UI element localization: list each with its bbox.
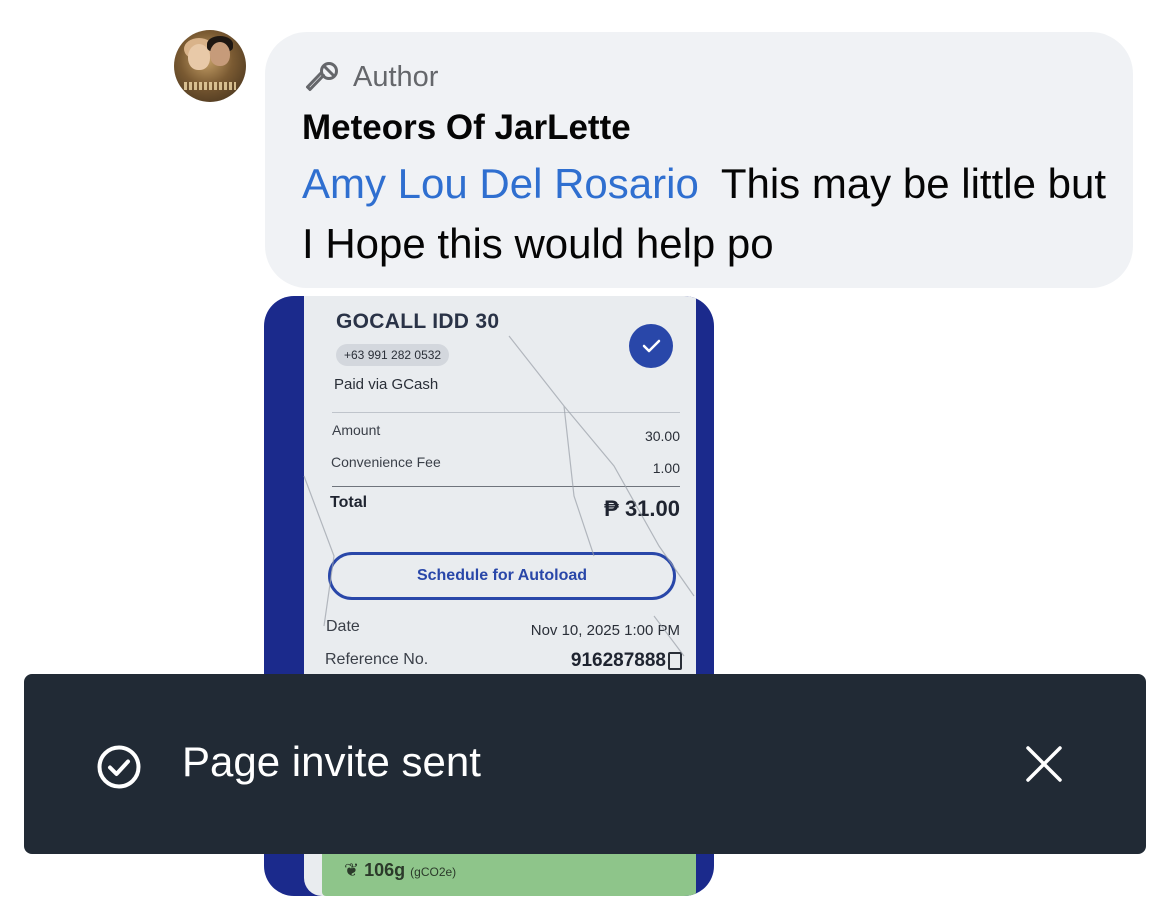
- author-avatar[interactable]: [174, 30, 246, 102]
- mention-link[interactable]: Amy Lou Del Rosario: [302, 160, 699, 207]
- comment-author-name[interactable]: Meteors Of JarLette: [302, 108, 631, 148]
- toast-notification: Page invite sent: [24, 674, 1146, 854]
- comment-text: Amy Lou Del Rosario This may be little bu…: [302, 154, 1122, 274]
- author-badge-label: Author: [353, 60, 439, 93]
- author-badge: Author: [303, 60, 438, 94]
- check-circle-icon: [97, 745, 141, 789]
- close-icon[interactable]: [1024, 744, 1064, 784]
- toast-message: Page invite sent: [182, 738, 481, 785]
- comment-bubble: Author Meteors Of JarLette Amy Lou Del R…: [265, 32, 1133, 288]
- microphone-icon: [306, 62, 338, 91]
